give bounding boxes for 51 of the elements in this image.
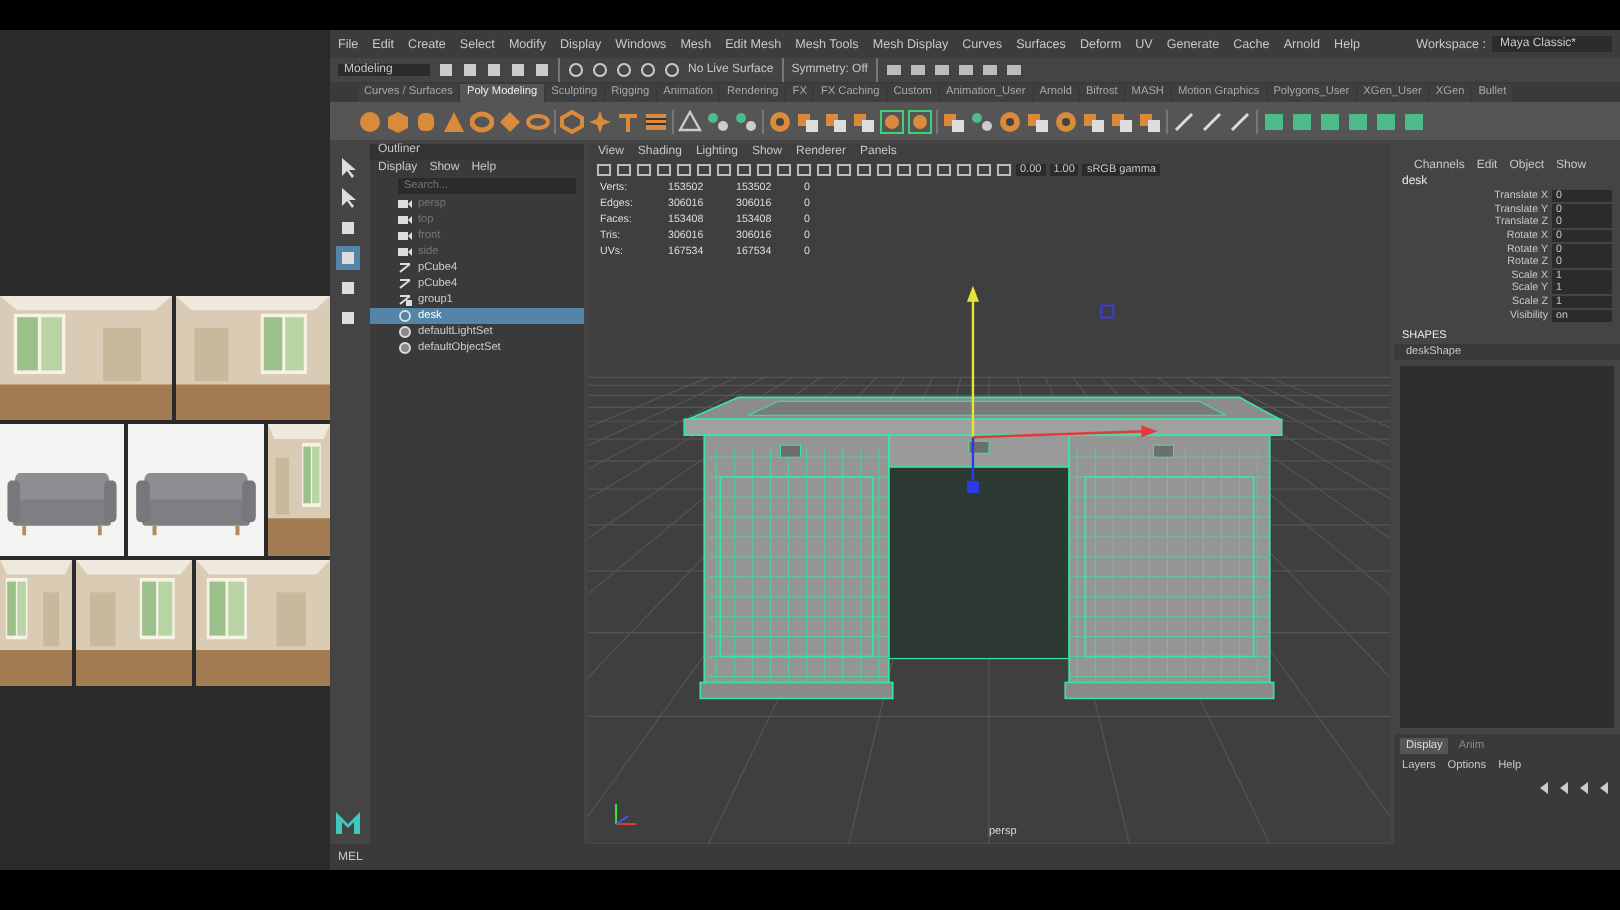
shelf-tool-icon[interactable] <box>1110 109 1134 133</box>
shelf-tool-icon[interactable] <box>470 109 494 133</box>
shelf-tool-icon[interactable] <box>560 109 584 133</box>
shelf-tool-icon[interactable] <box>616 109 640 133</box>
shelf-tool-icon[interactable] <box>644 109 668 133</box>
shelf-tool-icon[interactable] <box>1026 109 1050 133</box>
shelf-tool-icon[interactable] <box>414 109 438 133</box>
shelf-tool-icon[interactable] <box>526 109 550 133</box>
mesh-icon <box>398 262 412 274</box>
camera-icon <box>398 230 412 242</box>
shelf-tool-icon[interactable] <box>1374 109 1398 133</box>
axis-indicator-icon <box>615 803 638 826</box>
shelf-tool-icon[interactable] <box>358 109 382 133</box>
shelf-tool-icon[interactable] <box>1346 109 1370 133</box>
shelf-tool-icon[interactable] <box>706 109 730 133</box>
shelf-tool-icon[interactable] <box>1262 109 1286 133</box>
shelf-tool-icon[interactable] <box>998 109 1022 133</box>
camera-icon <box>398 198 412 210</box>
shelf-tool-icon[interactable] <box>796 109 820 133</box>
transform-icon <box>398 310 412 322</box>
app-logo-icon <box>334 808 362 836</box>
shelf-tool-icon[interactable] <box>1318 109 1342 133</box>
shelf-tool-icon[interactable] <box>1138 109 1162 133</box>
shelf-tool-icon[interactable] <box>880 109 904 133</box>
tool-icon[interactable] <box>336 276 360 300</box>
shelf-tool-icon[interactable] <box>498 109 522 133</box>
shelf-tool-icon[interactable] <box>908 109 932 133</box>
move-manipulator-icon[interactable] <box>966 285 1158 494</box>
shelf-tool-icon[interactable] <box>734 109 758 133</box>
shelf-tool-icon[interactable] <box>1054 109 1078 133</box>
tool-icon[interactable] <box>336 306 360 330</box>
shelf-tool-icon[interactable] <box>678 109 702 133</box>
group-icon <box>398 294 412 306</box>
camera-icon <box>398 214 412 226</box>
tool-icon[interactable] <box>336 156 360 180</box>
camera-icon <box>398 246 412 258</box>
shelf-tool-icon[interactable] <box>1290 109 1314 133</box>
shelf-tool-icon[interactable] <box>852 109 876 133</box>
shelf-tool-icon[interactable] <box>1082 109 1106 133</box>
shelf-tool-icon[interactable] <box>1402 109 1426 133</box>
shelf-tool-icon[interactable] <box>442 109 466 133</box>
mesh-icon <box>398 278 412 290</box>
shelf-tool-icon[interactable] <box>588 109 612 133</box>
shelf-tool-icon[interactable] <box>768 109 792 133</box>
tool-icon[interactable] <box>336 186 360 210</box>
shelf-tool-icon[interactable] <box>824 109 848 133</box>
shelf-tool-icon[interactable] <box>386 109 410 133</box>
tool-icon[interactable] <box>336 216 360 240</box>
pivot-marker-icon <box>1100 304 1115 319</box>
shelf-tool-icon[interactable] <box>942 109 966 133</box>
shelf-tool-icon[interactable] <box>970 109 994 133</box>
